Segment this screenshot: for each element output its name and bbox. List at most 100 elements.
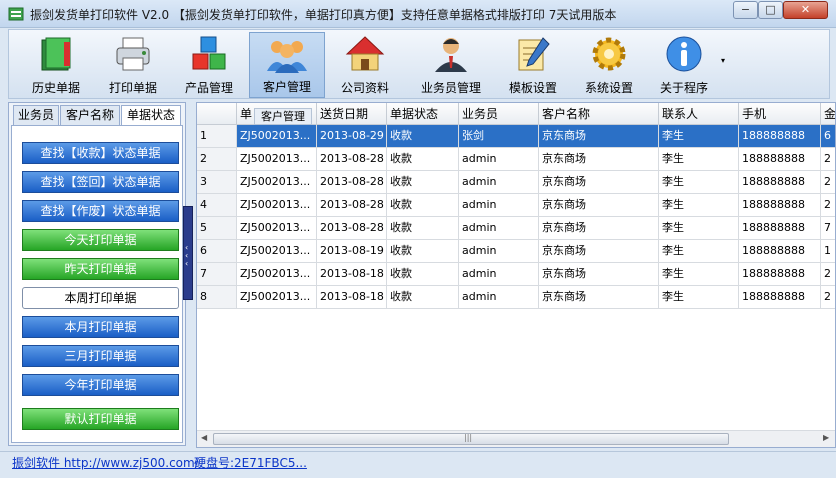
table-cell[interactable]: ZJ5002013... [237,125,317,148]
table-cell[interactable]: admin [459,217,539,240]
table-cell[interactable]: ZJ5002013... [237,148,317,171]
column-header[interactable]: 业务员 [459,103,539,125]
table-cell[interactable]: 188888888 [739,194,821,217]
toolbar-settings-button[interactable]: 系统设置 [573,32,645,98]
table-cell[interactable]: ZJ5002013... [237,217,317,240]
table-cell[interactable]: 188888888 [739,125,821,148]
table-cell[interactable]: 2 [821,263,835,286]
table-cell[interactable]: 2013-08-28 [317,194,387,217]
table-cell[interactable]: 收款 [387,240,459,263]
table-cell[interactable]: ZJ5002013... [237,240,317,263]
table-cell[interactable]: 2 [821,194,835,217]
maximize-button[interactable]: □ [758,1,783,19]
table-cell[interactable]: 京东商场 [539,286,659,309]
table-cell[interactable]: 京东商场 [539,194,659,217]
table-row[interactable]: 4 ZJ5002013... 2013-08-28 收款 admin 京东商场 李生 1888… [197,194,835,217]
tab-salesman[interactable]: 业务员 [13,105,59,125]
column-header[interactable]: 联系人 [659,103,739,125]
panel-collapse-handle[interactable]: ‹ ‹ ‹ [183,206,193,300]
table-cell[interactable]: 收款 [387,194,459,217]
table-cell[interactable]: admin [459,263,539,286]
yesterday-printed-button[interactable]: 昨天打印单据 [22,258,179,280]
table-cell[interactable]: 收款 [387,263,459,286]
table-cell[interactable]: 188888888 [739,286,821,309]
scroll-thumb[interactable]: ||| [213,433,729,445]
this-month-printed-button[interactable]: 本月打印单据 [22,316,179,338]
toolbar-products-button[interactable]: 产品管理 [173,32,245,98]
find-voided-button[interactable]: 查找【作废】状态单据 [22,200,179,222]
find-collected-button[interactable]: 查找【收款】状态单据 [22,142,179,164]
table-cell[interactable]: 2013-08-28 [317,148,387,171]
table-cell[interactable]: 2013-08-18 [317,263,387,286]
table-row[interactable]: 1 ZJ5002013... 2013-08-29 收款 张剑 京东商场 李生 1888888… [197,125,835,148]
toolbar-salesman-button[interactable]: 业务员管理 [407,32,495,98]
table-cell[interactable]: 7 [821,217,835,240]
table-cell[interactable]: 188888888 [739,171,821,194]
table-cell[interactable]: 收款 [387,148,459,171]
table-cell[interactable]: 李生 [659,286,739,309]
toolbar-overflow-icon[interactable]: ▾ [721,56,725,65]
table-cell[interactable]: admin [459,240,539,263]
table-cell[interactable]: 京东商场 [539,171,659,194]
table-cell[interactable]: admin [459,194,539,217]
column-header[interactable]: 金 [821,103,835,125]
table-cell[interactable]: 京东商场 [539,125,659,148]
table-cell[interactable]: 188888888 [739,148,821,171]
table-cell[interactable]: 2 [821,148,835,171]
table-cell[interactable]: 张剑 [459,125,539,148]
table-row[interactable]: 3 ZJ5002013... 2013-08-28 收款 admin 京东商场 李生 1888… [197,171,835,194]
default-printed-button[interactable]: 默认打印单据 [22,408,179,430]
table-cell[interactable]: 李生 [659,263,739,286]
table-cell[interactable]: 李生 [659,240,739,263]
table-cell[interactable]: ZJ5002013... [237,171,317,194]
table-cell[interactable]: 2013-08-29 [317,125,387,148]
table-cell[interactable]: 188888888 [739,240,821,263]
table-row[interactable]: 8 ZJ5002013... 2013-08-18 收款 admin 京东商场 李生 1888… [197,286,835,309]
close-button[interactable]: ✕ [783,1,828,19]
table-cell[interactable]: 收款 [387,286,459,309]
scroll-right-icon[interactable]: ▶ [823,433,829,442]
tab-customer-name[interactable]: 客户名称 [60,105,120,125]
table-cell[interactable]: 京东商场 [539,240,659,263]
table-row[interactable]: 7 ZJ5002013... 2013-08-18 收款 admin 京东商场 李生 1888… [197,263,835,286]
table-cell[interactable]: 李生 [659,171,739,194]
this-year-printed-button[interactable]: 今年打印单据 [22,374,179,396]
toolbar-about-button[interactable]: 关于程序 [649,32,719,98]
column-header[interactable]: 客户名称 [539,103,659,125]
table-cell[interactable]: admin [459,171,539,194]
table-cell[interactable]: 2 [821,171,835,194]
table-cell[interactable]: 京东商场 [539,217,659,240]
table-cell[interactable]: admin [459,286,539,309]
table-cell[interactable]: 李生 [659,148,739,171]
column-header[interactable] [197,103,237,125]
table-cell[interactable]: 京东商场 [539,263,659,286]
find-signed-back-button[interactable]: 查找【签回】状态单据 [22,171,179,193]
table-cell[interactable]: 2013-08-18 [317,286,387,309]
table-row[interactable]: 5 ZJ5002013... 2013-08-28 收款 admin 京东商场 李生 1888… [197,217,835,240]
table-cell[interactable]: 1 [821,240,835,263]
column-header[interactable]: 手机 [739,103,821,125]
scroll-left-icon[interactable]: ◀ [201,433,207,442]
column-header[interactable]: 单据状态 [387,103,459,125]
table-row[interactable]: 6 ZJ5002013... 2013-08-19 收款 admin 京东商场 李生 1888… [197,240,835,263]
table-row[interactable]: 2 ZJ5002013... 2013-08-28 收款 admin 京东商场 李生 1888… [197,148,835,171]
table-cell[interactable]: 188888888 [739,263,821,286]
horizontal-scrollbar[interactable]: ◀ ||| ▶ [197,430,835,447]
toolbar-print-button[interactable]: 打印单据 [97,32,169,98]
three-months-printed-button[interactable]: 三月打印单据 [22,345,179,367]
table-cell[interactable]: 李生 [659,217,739,240]
table-cell[interactable]: 2013-08-28 [317,171,387,194]
disk-id-link[interactable]: 硬盘号:2E71FBC5... [194,454,307,471]
table-cell[interactable]: ZJ5002013... [237,286,317,309]
table-cell[interactable]: ZJ5002013... [237,194,317,217]
table-cell[interactable]: 李生 [659,125,739,148]
table-cell[interactable]: 京东商场 [539,148,659,171]
table-cell[interactable]: admin [459,148,539,171]
table-cell[interactable]: 李生 [659,194,739,217]
column-header[interactable]: 送货日期 [317,103,387,125]
table-cell[interactable]: 2013-08-28 [317,217,387,240]
table-cell[interactable]: 2 [821,286,835,309]
table-cell[interactable]: 2013-08-19 [317,240,387,263]
today-printed-button[interactable]: 今天打印单据 [22,229,179,251]
table-cell[interactable]: 收款 [387,171,459,194]
